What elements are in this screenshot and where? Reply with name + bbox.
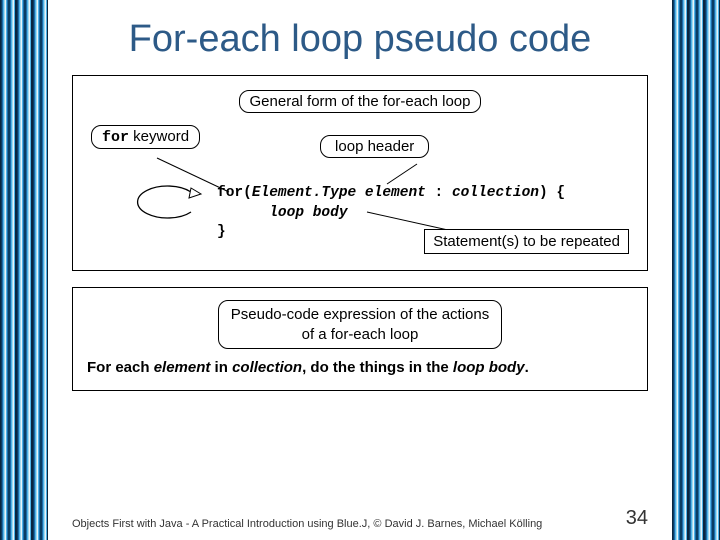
code-diagram: for(Element.Type element : collection) {… xyxy=(87,166,633,254)
slide-title: For-each loop pseudo code xyxy=(72,18,648,61)
pseudo-code-box: Pseudo-code expression of the actions of… xyxy=(72,287,648,391)
decorative-feather-left xyxy=(0,0,48,540)
statement-repeated-label: Statement(s) to be repeated xyxy=(424,229,629,254)
slide-content: For-each loop pseudo code General form o… xyxy=(48,0,672,540)
decorative-feather-right xyxy=(672,0,720,540)
page-number: 34 xyxy=(626,507,648,530)
general-form-caption: General form of the for-each loop xyxy=(239,90,482,113)
footer-credit: Objects First with Java - A Practical In… xyxy=(72,518,542,530)
pseudo-code-caption: Pseudo-code expression of the actions of… xyxy=(218,300,503,349)
for-keyword-label: for keyword xyxy=(91,125,200,149)
slide-footer: Objects First with Java - A Practical In… xyxy=(72,507,648,530)
loop-arrow-icon xyxy=(119,178,205,228)
pseudo-code-sentence: For each element in collection, do the t… xyxy=(87,359,633,376)
loop-header-label: loop header xyxy=(320,135,429,158)
general-form-box: General form of the for-each loop for ke… xyxy=(72,75,648,271)
